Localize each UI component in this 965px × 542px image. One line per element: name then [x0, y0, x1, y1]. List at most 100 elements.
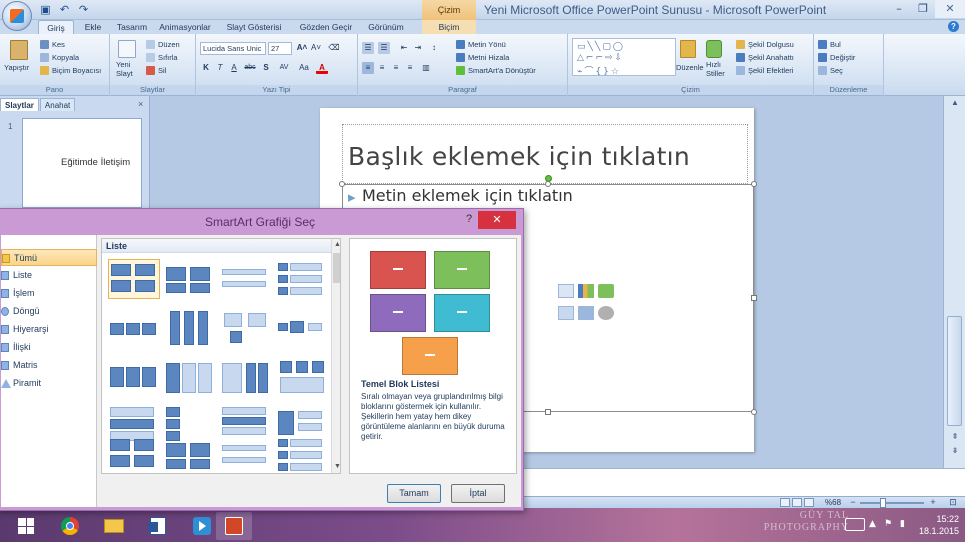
category-matris[interactable]: Matris	[1, 357, 97, 374]
paste-button[interactable]: Yapıştır	[4, 62, 29, 73]
chrome-icon[interactable]	[52, 512, 88, 540]
justify-icon[interactable]: ≡	[404, 62, 416, 74]
layout-thumbnail[interactable]	[276, 435, 328, 473]
scroll-up-icon[interactable]: ▲	[949, 98, 961, 108]
clear-format-icon[interactable]: ⌫	[328, 42, 340, 54]
word-icon[interactable]	[140, 512, 176, 540]
new-slide-icon[interactable]	[118, 40, 136, 58]
insert-picture-icon[interactable]	[558, 306, 574, 320]
increase-indent-icon[interactable]: ⇥	[412, 42, 424, 54]
dialog-help-icon[interactable]: ?	[462, 213, 476, 229]
category-iliski[interactable]: İlişki	[1, 339, 97, 356]
dialog-title-bar[interactable]: SmartArt Grafiği Seç ? ✕	[0, 209, 523, 235]
strikethrough-button[interactable]: abc	[242, 62, 258, 74]
tab-slayt-gosterisi[interactable]: Slayt Gösterisi	[218, 20, 290, 34]
zoom-slider-thumb[interactable]	[880, 498, 886, 508]
paste-icon[interactable]	[10, 40, 28, 60]
tab-tasarim[interactable]: Tasarım	[112, 20, 152, 34]
replace-button[interactable]: Değiştir	[830, 52, 855, 63]
prev-slide-icon[interactable]: ⇞	[949, 432, 961, 442]
layout-thumbnail[interactable]	[276, 309, 328, 349]
italic-button[interactable]: T	[214, 62, 226, 74]
tab-giris[interactable]: Giriş	[38, 20, 74, 34]
layout-scrollbar[interactable]: ▲ ▼	[331, 239, 340, 473]
category-dongu[interactable]: Döngü	[1, 303, 97, 320]
align-right-icon[interactable]: ≡	[390, 62, 402, 74]
media-player-icon[interactable]	[184, 512, 220, 540]
shape-fill-button[interactable]: Şekil Dolgusu	[748, 39, 794, 50]
tab-anahat[interactable]: Anahat	[39, 98, 76, 111]
char-spacing-button[interactable]: AV	[276, 62, 292, 74]
content-text[interactable]: Metin eklemek için tıklatın	[362, 186, 573, 205]
format-painter-button[interactable]: Biçim Boyacısı	[52, 65, 101, 76]
arrange-icon[interactable]	[680, 40, 696, 58]
redo-icon[interactable]: ↷	[76, 2, 91, 17]
zoom-out-icon[interactable]: −	[848, 497, 858, 507]
line-spacing-icon[interactable]: ↕	[428, 42, 440, 54]
grow-font-button[interactable]: A˄	[296, 42, 308, 54]
tab-slaytlar[interactable]: Slaytlar	[0, 98, 39, 111]
font-size-combo[interactable]: 27	[268, 42, 292, 55]
layout-thumbnail[interactable]	[276, 359, 328, 399]
insert-clipart-icon[interactable]	[578, 306, 594, 320]
tab-bicim[interactable]: Biçim	[422, 20, 476, 34]
layout-scroll-up-icon[interactable]: ▲	[332, 241, 340, 251]
layout-thumbnail[interactable]	[108, 359, 160, 399]
slide-thumbnail[interactable]: Eğitimde İletişim	[22, 118, 142, 208]
close-button[interactable]: ✕	[935, 0, 965, 18]
layout-thumbnail[interactable]	[220, 359, 272, 399]
clock-time[interactable]: 15:22	[909, 514, 959, 524]
resize-handle-tr[interactable]	[751, 181, 757, 187]
clock-date[interactable]: 18.1.2015	[909, 526, 959, 536]
columns-icon[interactable]: ▥	[420, 62, 432, 74]
pane-close-icon[interactable]: ×	[138, 99, 143, 109]
new-slide-button[interactable]: Yeni Slayt	[116, 60, 142, 78]
layout-thumbnail[interactable]	[164, 259, 216, 299]
layout-basic-block-list[interactable]	[108, 259, 160, 299]
shrink-font-button[interactable]: A˅	[310, 42, 322, 54]
change-case-button[interactable]: Aa	[296, 62, 312, 74]
scroll-thumb[interactable]	[947, 316, 962, 426]
text-direction-button[interactable]: Metin Yönü	[468, 39, 506, 50]
select-button[interactable]: Seç	[830, 65, 843, 76]
category-tumu[interactable]: Tümü	[1, 249, 97, 266]
layout-thumbnail[interactable]	[164, 359, 216, 399]
shape-outline-button[interactable]: Şekil Anahattı	[748, 52, 794, 63]
restore-button[interactable]: ❐	[911, 0, 935, 18]
save-icon[interactable]: ▣	[38, 2, 53, 17]
file-explorer-icon[interactable]	[96, 512, 132, 540]
layout-thumbnail[interactable]	[164, 309, 216, 349]
category-liste[interactable]: Liste	[1, 267, 97, 284]
tray-expand-icon[interactable]: ▲	[869, 519, 876, 529]
cut-button[interactable]: Kes	[52, 39, 65, 50]
align-center-icon[interactable]: ≡	[376, 62, 388, 74]
dialog-close-button[interactable]: ✕	[478, 211, 516, 229]
insert-table-icon[interactable]	[558, 284, 574, 298]
resize-handle-bm[interactable]	[545, 409, 551, 415]
zoom-slider[interactable]	[860, 502, 924, 504]
copy-button[interactable]: Kopyala	[52, 52, 79, 63]
layout-thumbnail[interactable]	[108, 435, 160, 473]
layout-thumbnail[interactable]	[220, 259, 272, 299]
align-left-icon[interactable]: ≡	[362, 62, 374, 74]
keyboard-icon[interactable]	[845, 518, 865, 531]
flag-icon[interactable]: ⚑	[884, 519, 892, 529]
insert-media-icon[interactable]	[598, 306, 614, 320]
minimize-button[interactable]: –	[887, 0, 911, 18]
undo-icon[interactable]: ↶	[57, 2, 72, 17]
reset-button[interactable]: Sıfırla	[158, 52, 178, 63]
layout-thumbnail[interactable]	[220, 309, 272, 349]
tab-gorunum[interactable]: Görünüm	[364, 20, 408, 34]
ok-button[interactable]: Tamam	[387, 484, 441, 503]
font-name-combo[interactable]: Lucida Sans Unic	[200, 42, 266, 55]
tab-gozden-gecir[interactable]: Gözden Geçir	[294, 20, 358, 34]
delete-button[interactable]: Sil	[158, 65, 166, 76]
slideshow-view-icon[interactable]	[804, 498, 814, 507]
next-slide-icon[interactable]: ⇟	[949, 446, 961, 456]
category-islem[interactable]: İşlem	[1, 285, 97, 302]
resize-handle-br[interactable]	[751, 409, 757, 415]
layout-thumbnail[interactable]	[276, 259, 328, 299]
tab-animasyonlar[interactable]: Animasyonlar	[156, 20, 214, 34]
resize-handle-tl[interactable]	[339, 181, 345, 187]
layout-button[interactable]: Düzen	[158, 39, 180, 50]
